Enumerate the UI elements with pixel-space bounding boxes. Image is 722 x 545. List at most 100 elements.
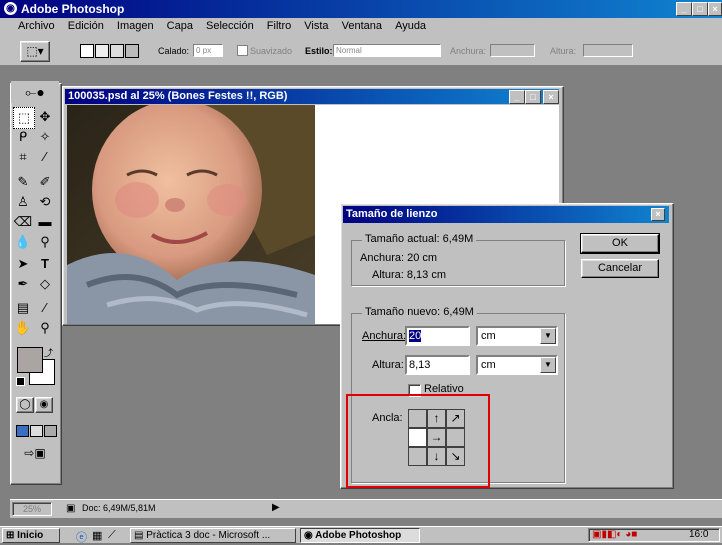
- lasso-tool-icon[interactable]: ᑭ: [13, 127, 33, 147]
- task-photoshop-label: Adobe Photoshop: [315, 530, 402, 541]
- crop-tool-icon[interactable]: ⌗: [13, 147, 33, 167]
- doc-info-text[interactable]: Doc: 6,49M/5,81M: [82, 503, 156, 513]
- quicklaunch-channel-icon[interactable]: ⟋: [108, 529, 116, 542]
- style-select[interactable]: Normal: [333, 44, 441, 57]
- move-tool-icon[interactable]: ✥: [35, 107, 55, 127]
- quicklaunch-ie-icon[interactable]: ⓔ: [76, 529, 87, 545]
- menu-edicion[interactable]: Edición: [63, 18, 109, 32]
- zoom-tool-icon[interactable]: ⚲: [35, 318, 55, 338]
- doc-minimize-button[interactable]: _: [509, 90, 525, 104]
- default-colors-icon[interactable]: [16, 377, 25, 386]
- baby-photo[interactable]: [67, 105, 315, 324]
- current-width-text: Anchura: 20 cm: [360, 252, 438, 264]
- swap-colors-icon[interactable]: ⤴: [44, 346, 53, 359]
- chevron-down-icon[interactable]: ▼: [540, 357, 556, 373]
- dialog-title-bar[interactable]: Tamaño de lienzo ×: [343, 206, 669, 223]
- gradient-tool-icon[interactable]: ▬: [35, 212, 55, 232]
- history-brush-icon[interactable]: ⟲: [35, 192, 55, 212]
- foreground-color-swatch[interactable]: [17, 347, 43, 373]
- height-input[interactable]: 8,13: [405, 355, 470, 375]
- minimize-button[interactable]: _: [676, 2, 692, 16]
- screen-mode-full-menu-icon[interactable]: [30, 425, 43, 437]
- task-photoshop[interactable]: ◉ Adobe Photoshop: [300, 528, 420, 543]
- notes-tool-icon[interactable]: ▤: [13, 298, 33, 318]
- new-size-label: Tamaño nuevo: 6,49M: [362, 306, 477, 318]
- marquee-tool-icon[interactable]: ⬚: [13, 107, 35, 129]
- quicklaunch-desktop-icon[interactable]: ▦: [92, 529, 102, 542]
- task-word-label: Pràctica 3 doc - Microsoft ...: [146, 530, 271, 541]
- intersect-selection-icon[interactable]: [125, 44, 139, 58]
- doc-maximize-button[interactable]: □: [525, 90, 541, 104]
- jump-to-imageready-icon[interactable]: ⇨▣: [16, 446, 54, 462]
- marquee-tool-preset[interactable]: ⬚▾: [20, 41, 50, 62]
- hand-tool-icon[interactable]: ✋: [13, 318, 33, 338]
- menu-bar: Archivo Edición Imagen Capa Selección Fi…: [0, 18, 722, 36]
- screen-mode-full-icon[interactable]: [44, 425, 57, 437]
- width-value: 20: [409, 330, 422, 342]
- add-selection-icon[interactable]: [95, 44, 109, 58]
- blur-tool-icon[interactable]: 💧: [13, 232, 33, 252]
- close-button[interactable]: ×: [708, 2, 722, 16]
- subtract-selection-icon[interactable]: [110, 44, 124, 58]
- quickmask-mode-icon[interactable]: ◉: [35, 397, 53, 413]
- document-title-bar[interactable]: 100035.psd al 25% (Bones Festes !!, RGB)…: [65, 89, 559, 104]
- eyedropper-tool-icon[interactable]: ⁄: [35, 298, 55, 318]
- path-select-icon[interactable]: ➤: [13, 254, 33, 274]
- menu-ventana[interactable]: Ventana: [337, 18, 387, 32]
- screen-mode-standard-icon[interactable]: [16, 425, 29, 437]
- baby-photo-image: [67, 105, 315, 324]
- maximize-button[interactable]: □: [692, 2, 708, 16]
- height-input[interactable]: [583, 44, 633, 57]
- brush-tool-icon[interactable]: ✎: [13, 172, 33, 192]
- status-arrow-icon[interactable]: ▶: [272, 502, 280, 513]
- standard-mode-icon[interactable]: ◯: [16, 397, 34, 413]
- start-button[interactable]: ⊞ Inicio: [2, 528, 60, 543]
- doc-info-icon[interactable]: ▣: [66, 503, 75, 514]
- antialias-label: Suavizado: [250, 46, 293, 56]
- eraser-tool-icon[interactable]: ⌫: [13, 212, 33, 232]
- menu-imagen[interactable]: Imagen: [112, 18, 159, 32]
- pencil-tool-icon[interactable]: ✐: [35, 172, 55, 192]
- current-size-group: Tamaño actual: 6,49M Anchura: 20 cm Altu…: [351, 233, 565, 286]
- type-tool-icon[interactable]: T: [35, 254, 55, 274]
- current-size-label: Tamaño actual: 6,49M: [362, 233, 477, 245]
- chevron-down-icon[interactable]: ▼: [540, 328, 556, 344]
- dialog-close-button[interactable]: ×: [651, 208, 665, 221]
- zoom-level[interactable]: 25%: [12, 502, 52, 516]
- current-height-text: Altura: 8,13 cm: [372, 269, 446, 281]
- system-tray: ▣▮◧◐ ◕■ 16:0: [588, 528, 720, 542]
- app-title-bar[interactable]: ◉ Adobe Photoshop _ □ ×: [0, 0, 722, 18]
- shape-tool-icon[interactable]: ◇: [35, 274, 55, 294]
- app-title: Adobe Photoshop: [21, 2, 125, 16]
- dodge-tool-icon[interactable]: ⚲: [35, 232, 55, 252]
- feather-input[interactable]: 0 px: [193, 44, 223, 57]
- menu-seleccion[interactable]: Selección: [201, 18, 259, 32]
- cancel-button[interactable]: Cancelar: [581, 259, 659, 278]
- feather-label: Calado:: [158, 46, 190, 56]
- ok-button[interactable]: OK: [580, 233, 660, 254]
- height-value: 8,13: [409, 359, 431, 371]
- menu-ayuda[interactable]: Ayuda: [390, 18, 431, 32]
- width-input[interactable]: 20: [405, 326, 470, 346]
- height-label: Altura:: [550, 46, 577, 56]
- stamp-tool-icon[interactable]: ♙: [13, 192, 33, 212]
- menu-vista[interactable]: Vista: [299, 18, 333, 32]
- slice-tool-icon[interactable]: ⁄: [35, 147, 55, 167]
- width-unit-select[interactable]: cm ▼: [476, 326, 558, 346]
- menu-filtro[interactable]: Filtro: [262, 18, 296, 32]
- width-input[interactable]: [490, 44, 535, 57]
- status-bar: 25% ▣ Doc: 6,49M/5,81M ▶: [10, 499, 722, 518]
- antialias-checkbox[interactable]: [237, 45, 248, 56]
- pen-tool-icon[interactable]: ✒: [13, 274, 33, 294]
- doc-close-button[interactable]: ×: [543, 90, 559, 104]
- height-unit-select[interactable]: cm ▼: [476, 355, 558, 375]
- task-word[interactable]: ▤ Pràctica 3 doc - Microsoft ...: [130, 528, 296, 543]
- magic-wand-icon[interactable]: ✧: [35, 127, 55, 147]
- tray-icons[interactable]: ▣▮◧◐ ◕■: [592, 529, 637, 540]
- menu-capa[interactable]: Capa: [162, 18, 198, 32]
- style-label: Estilo:: [305, 46, 333, 56]
- menu-archivo[interactable]: Archivo: [0, 18, 60, 32]
- highlight-annotation-box: [346, 394, 490, 488]
- clock: 16:0: [689, 529, 709, 540]
- new-selection-icon[interactable]: [80, 44, 94, 58]
